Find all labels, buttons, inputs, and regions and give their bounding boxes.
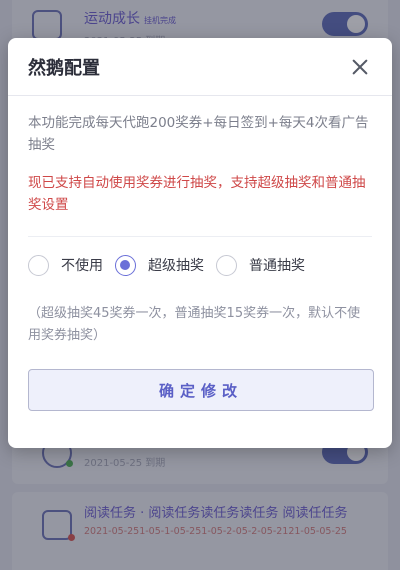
close-icon[interactable] <box>348 55 372 79</box>
lottery-notice: 现已支持自动使用奖券进行抽奖，支持超级抽奖和普通抽奖设置 <box>28 175 366 213</box>
feature-description: 本功能完成每天代跑200奖券+每日签到+每天4次看广告抽奖 <box>28 115 369 153</box>
radio-label: 不使用 <box>61 258 103 274</box>
lottery-mode-radio-group: 不使用 超级抽奖 普通抽奖 <box>28 237 372 293</box>
radio-circle[interactable] <box>216 254 237 276</box>
dialog-body: 本功能完成每天代跑200奖券+每日签到+每天4次看广告抽奖 现已支持自动使用奖券… <box>8 96 392 411</box>
radio-option-super[interactable]: 超级抽奖 <box>115 254 204 276</box>
confirm-button[interactable]: 确定修改 <box>28 369 374 411</box>
radio-label: 普通抽奖 <box>249 258 305 274</box>
radio-circle-checked[interactable] <box>115 254 136 276</box>
radio-label: 超级抽奖 <box>148 258 204 274</box>
config-dialog: 然鹅配置 本功能完成每天代跑200奖券+每日签到+每天4次看广告抽奖 现已支持自… <box>8 38 392 448</box>
dialog-header: 然鹅配置 <box>8 38 392 96</box>
dialog-title: 然鹅配置 <box>28 57 100 79</box>
radio-circle[interactable] <box>28 254 49 276</box>
cost-hint: （超级抽奖45奖券一次，普通抽奖15奖券一次，默认不使用奖券抽奖） <box>28 306 361 343</box>
radio-option-normal[interactable]: 普通抽奖 <box>216 254 305 276</box>
radio-option-none[interactable]: 不使用 <box>28 254 103 276</box>
